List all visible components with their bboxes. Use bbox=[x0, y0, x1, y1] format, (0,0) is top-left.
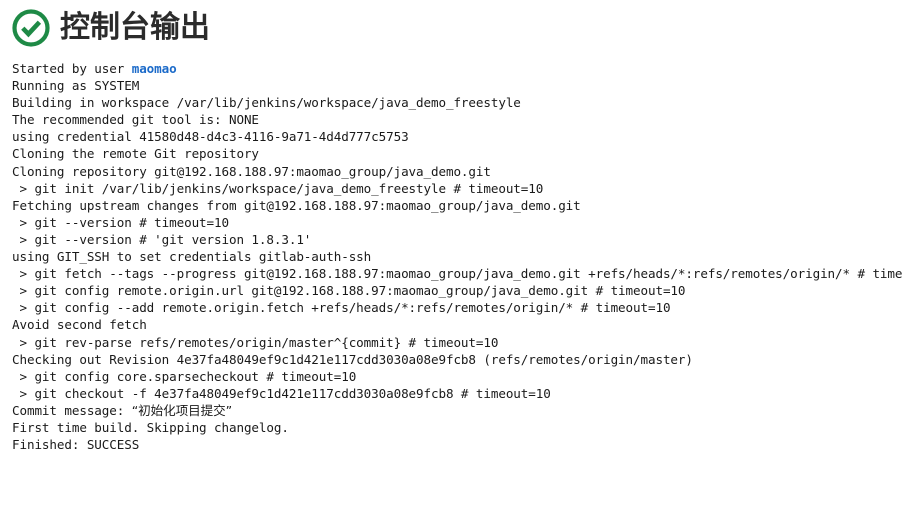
console-line: The recommended git tool is: NONE bbox=[12, 111, 903, 128]
console-line: Finished: SUCCESS bbox=[12, 436, 903, 453]
console-line-text: Cloning the remote Git repository bbox=[12, 146, 259, 162]
console-line-text: > git config remote.origin.url git@192.1… bbox=[12, 283, 686, 299]
console-line: > git --version # 'git version 1.8.3.1' bbox=[12, 231, 903, 248]
console-line-text: > git --version # 'git version 1.8.3.1' bbox=[12, 231, 312, 247]
console-line-text: Checking out Revision 4e37fa48049ef9c1d4… bbox=[12, 351, 693, 367]
console-line: > git init /var/lib/jenkins/workspace/ja… bbox=[12, 180, 903, 197]
console-line-text: using GIT_SSH to set credentials gitlab-… bbox=[12, 249, 372, 265]
console-line-text: > git config core.sparsecheckout # timeo… bbox=[12, 368, 357, 384]
console-line: Cloning the remote Git repository bbox=[12, 145, 903, 162]
console-line: using credential 41580d48-d4c3-4116-9a71… bbox=[12, 128, 903, 145]
console-line: Commit message: “初始化项目提交” bbox=[12, 402, 903, 419]
console-line: > git config remote.origin.url git@192.1… bbox=[12, 282, 903, 299]
console-line: > git checkout -f 4e37fa48049ef9c1d421e1… bbox=[12, 385, 903, 402]
user-link[interactable]: maomao bbox=[132, 61, 177, 76]
console-output[interactable]: Started by user maomao Running as SYSTEM B… bbox=[0, 48, 903, 453]
console-line-text: Cloning repository git@192.168.188.97:ma… bbox=[12, 163, 491, 179]
console-line-text: > git --version # timeout=10 bbox=[12, 214, 229, 230]
console-line-text: > git checkout -f 4e37fa48049ef9c1d421e1… bbox=[12, 385, 551, 401]
console-line: Checking out Revision 4e37fa48049ef9c1d4… bbox=[12, 351, 903, 368]
console-line-text: Building in workspace /var/lib/jenkins/w… bbox=[12, 95, 521, 111]
console-line: Building in workspace /var/lib/jenkins/w… bbox=[12, 94, 903, 111]
cjk-text: “初始化项目提交” bbox=[131, 402, 233, 418]
console-line-text: The recommended git tool is: NONE bbox=[12, 112, 259, 128]
console-line: Fetching upstream changes from git@192.1… bbox=[12, 197, 903, 214]
console-line: > git rev-parse refs/remotes/origin/mast… bbox=[12, 334, 903, 351]
console-line: Running as SYSTEM bbox=[12, 77, 903, 94]
console-line: > git config --add remote.origin.fetch +… bbox=[12, 299, 903, 316]
console-line: > git config core.sparsecheckout # timeo… bbox=[12, 368, 903, 385]
console-line-text: > git config --add remote.origin.fetch +… bbox=[12, 300, 671, 316]
console-line-text: Finished: SUCCESS bbox=[12, 437, 140, 453]
console-line: > git --version # timeout=10 bbox=[12, 214, 903, 231]
console-line-text: Running as SYSTEM bbox=[12, 78, 140, 94]
check-circle-icon bbox=[10, 7, 52, 49]
ascii-text: Commit message: bbox=[12, 402, 132, 418]
console-header: 控制台输出 bbox=[0, 0, 903, 48]
console-line-text: Started by user bbox=[12, 61, 132, 76]
console-line-text: First time build. Skipping changelog. bbox=[12, 419, 289, 435]
console-line-text: > git init /var/lib/jenkins/workspace/ja… bbox=[12, 180, 544, 196]
console-line-text: Fetching upstream changes from git@192.1… bbox=[12, 197, 581, 213]
console-line-text: Avoid second fetch bbox=[12, 317, 147, 333]
console-line: Cloning repository git@192.168.188.97:ma… bbox=[12, 163, 903, 180]
console-line-text: > git fetch --tags --progress git@192.16… bbox=[12, 266, 903, 282]
console-line: First time build. Skipping changelog. bbox=[12, 419, 903, 436]
console-line: Avoid second fetch bbox=[12, 316, 903, 333]
console-line: Started by user maomao bbox=[12, 60, 903, 77]
console-line-text: > git rev-parse refs/remotes/origin/mast… bbox=[12, 334, 499, 350]
console-line: > git fetch --tags --progress git@192.16… bbox=[12, 265, 903, 282]
page-title: 控制台输出 bbox=[60, 9, 210, 45]
console-line: using GIT_SSH to set credentials gitlab-… bbox=[12, 248, 903, 265]
console-line-text: using credential 41580d48-d4c3-4116-9a71… bbox=[12, 129, 409, 145]
